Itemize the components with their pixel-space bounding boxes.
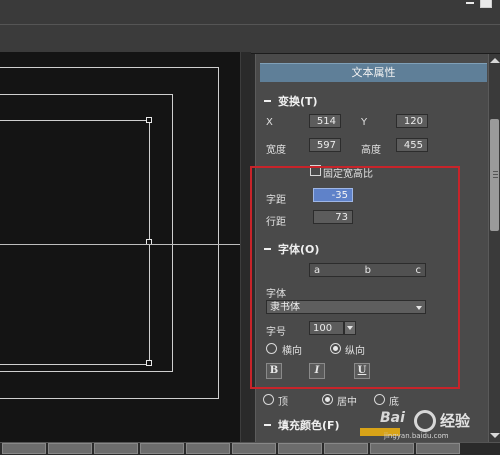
text-properties-panel: 文本属性 变换(T) X 514 Y 120 宽度 597 高度 455 固定宽… bbox=[255, 54, 489, 442]
transform-section-header[interactable]: 变换(T) bbox=[264, 93, 318, 109]
canvas-divider[interactable] bbox=[240, 52, 251, 442]
height-label: 高度 bbox=[361, 145, 381, 156]
maximize-icon[interactable] bbox=[480, 0, 492, 8]
line-spacing-label: 行距 bbox=[266, 217, 286, 228]
font-section-header[interactable]: 字体(O) bbox=[264, 241, 319, 257]
orientation-horizontal-label: 横向 bbox=[282, 346, 302, 357]
window-controls bbox=[466, 0, 492, 8]
design-canvas[interactable] bbox=[0, 52, 250, 442]
sample-char: c bbox=[415, 265, 422, 276]
font-family-value: 隶书体 bbox=[270, 302, 300, 313]
underline-button[interactable]: U bbox=[354, 363, 370, 379]
align-center-radio[interactable] bbox=[322, 394, 333, 405]
bottom-tab[interactable] bbox=[324, 443, 368, 454]
bottom-tab[interactable] bbox=[186, 443, 230, 454]
font-size-input[interactable]: 100 bbox=[309, 321, 344, 335]
watermark-right-text: 经验 bbox=[440, 412, 471, 430]
sample-char: b bbox=[364, 265, 371, 276]
bottom-tab[interactable] bbox=[232, 443, 276, 454]
chevron-down-icon bbox=[347, 326, 353, 330]
x-field[interactable]: 514 bbox=[309, 114, 341, 128]
font-sample-preview: a b c bbox=[309, 263, 426, 277]
grip-line bbox=[493, 177, 498, 178]
grip-line bbox=[493, 174, 498, 175]
collapse-icon bbox=[264, 100, 271, 102]
font-size-label: 字号 bbox=[266, 327, 286, 338]
watermark-url: jingyan.baidu.com bbox=[384, 432, 449, 440]
align-top-radio[interactable] bbox=[263, 394, 274, 405]
bottom-tab[interactable] bbox=[94, 443, 138, 454]
toolbar bbox=[0, 24, 500, 54]
font-size-dropdown-button[interactable] bbox=[344, 321, 356, 335]
y-field[interactable]: 120 bbox=[396, 114, 428, 128]
window-title-bar bbox=[0, 0, 500, 24]
align-bottom-radio[interactable] bbox=[374, 394, 385, 405]
baidu-watermark: Bai 经验 jingyan.baidu.com bbox=[360, 406, 498, 442]
orientation-vertical-radio[interactable] bbox=[330, 343, 341, 354]
height-field[interactable]: 455 bbox=[396, 138, 428, 152]
grip-line bbox=[493, 171, 498, 172]
orientation-horizontal-radio[interactable] bbox=[266, 343, 277, 354]
bottom-tab[interactable] bbox=[278, 443, 322, 454]
align-center-label: 居中 bbox=[337, 397, 357, 408]
width-field[interactable]: 597 bbox=[309, 138, 341, 152]
bottom-tab[interactable] bbox=[416, 443, 460, 454]
bottom-tab[interactable] bbox=[48, 443, 92, 454]
bottom-tab[interactable] bbox=[370, 443, 414, 454]
y-label: Y bbox=[361, 117, 368, 128]
scrollbar-thumb[interactable] bbox=[490, 119, 499, 231]
width-label: 宽度 bbox=[266, 145, 286, 156]
collapse-icon bbox=[264, 424, 271, 426]
bottom-tab[interactable] bbox=[2, 443, 46, 454]
horizontal-guide-line bbox=[0, 244, 240, 245]
resize-handle[interactable] bbox=[146, 117, 152, 123]
bold-button[interactable]: B bbox=[266, 363, 282, 379]
orientation-vertical-label: 纵向 bbox=[345, 346, 365, 357]
font-label: 字体 bbox=[266, 289, 286, 300]
scroll-up-icon[interactable] bbox=[490, 58, 500, 63]
chevron-down-icon bbox=[416, 306, 422, 310]
transform-header-label: 变换(T) bbox=[278, 95, 318, 108]
char-spacing-label: 字距 bbox=[266, 195, 286, 206]
font-header-label: 字体(O) bbox=[278, 243, 320, 256]
collapse-icon bbox=[264, 248, 271, 250]
char-spacing-field[interactable]: -35 bbox=[313, 188, 353, 202]
lock-ratio-label: 固定宽高比 bbox=[323, 169, 373, 180]
panel-title: 文本属性 bbox=[260, 63, 487, 82]
fill-section-header[interactable]: 填充颜色(F) bbox=[264, 417, 340, 433]
bottom-tab[interactable] bbox=[140, 443, 184, 454]
resize-handle[interactable] bbox=[146, 360, 152, 366]
text-frame[interactable] bbox=[0, 120, 150, 365]
minimize-icon[interactable] bbox=[466, 2, 474, 4]
panel-scrollbar[interactable] bbox=[488, 54, 500, 442]
align-top-label: 顶 bbox=[278, 397, 288, 408]
fill-header-label: 填充颜色(F) bbox=[278, 419, 340, 432]
x-label: X bbox=[266, 117, 273, 128]
watermark-left-text: Bai bbox=[380, 410, 405, 426]
font-family-select[interactable]: 隶书体 bbox=[266, 300, 426, 314]
lock-ratio-checkbox[interactable] bbox=[310, 165, 321, 176]
paw-icon bbox=[414, 410, 436, 432]
sample-char: a bbox=[314, 265, 321, 276]
line-spacing-field[interactable]: 73 bbox=[313, 210, 353, 224]
bottom-tab-strip bbox=[0, 442, 500, 455]
italic-button[interactable]: I bbox=[309, 363, 325, 379]
